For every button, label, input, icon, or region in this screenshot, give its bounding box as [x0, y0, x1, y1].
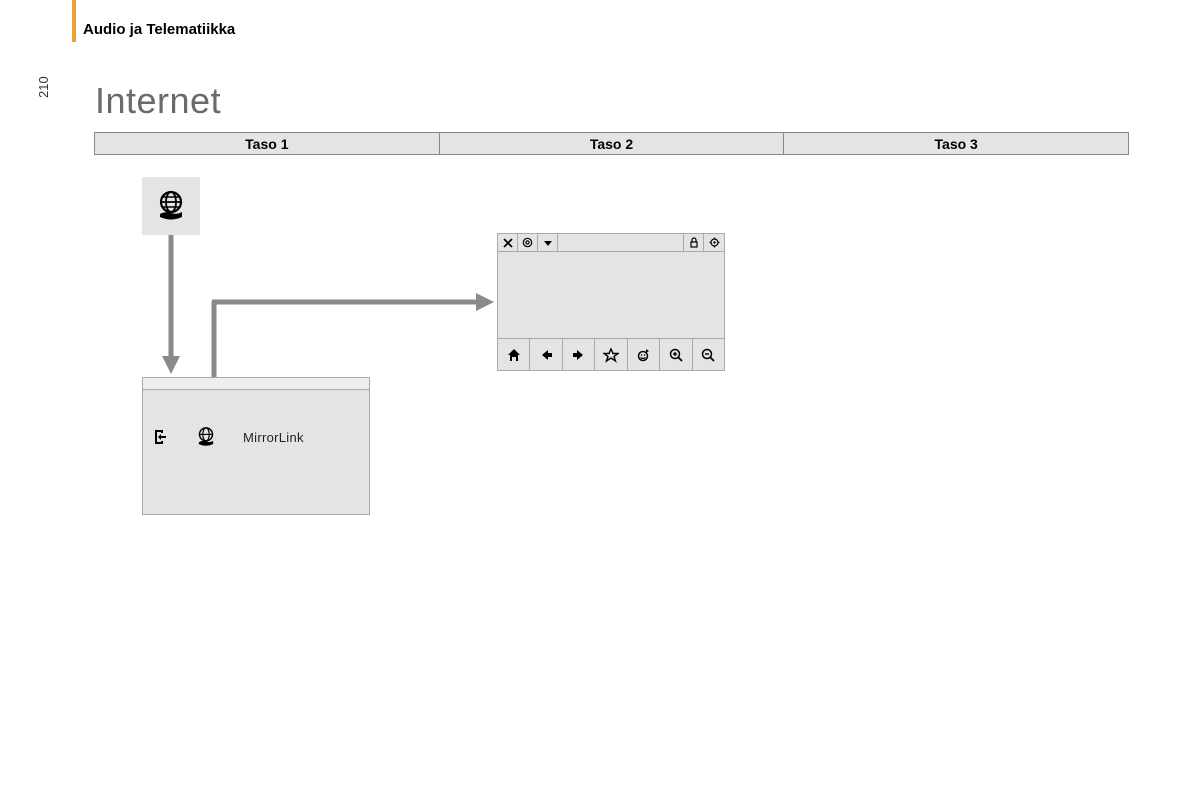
page-title: Internet: [95, 80, 221, 122]
globe-hand-icon: [151, 186, 191, 226]
at-icon[interactable]: [518, 234, 538, 251]
accent-bar: [72, 0, 76, 42]
exit-icon: [151, 428, 169, 446]
connectivity-menu-panel: MirrorLink: [142, 377, 370, 515]
lock-icon[interactable]: [684, 234, 704, 251]
back-icon[interactable]: [530, 339, 562, 370]
address-bar[interactable]: [558, 234, 684, 251]
page-number: 210: [36, 76, 51, 98]
browser-topbar: [498, 234, 724, 252]
browser-bottombar: [498, 338, 724, 370]
close-icon[interactable]: [498, 234, 518, 251]
browser-panel: [497, 233, 725, 371]
forward-icon[interactable]: [563, 339, 595, 370]
mirrorlink-label: MirrorLink: [243, 430, 304, 445]
zoom-in-icon[interactable]: [660, 339, 692, 370]
star-icon[interactable]: [595, 339, 627, 370]
level-3: Taso 3: [784, 132, 1129, 155]
globe-icon: [193, 424, 219, 450]
internet-root-icon-box: [142, 177, 200, 235]
dropdown-icon[interactable]: [538, 234, 558, 251]
zoom-out-icon[interactable]: [693, 339, 724, 370]
menu-panel-topbar: [143, 378, 369, 390]
settings-icon[interactable]: [704, 234, 724, 251]
level-header-row: Taso 1 Taso 2 Taso 3: [94, 132, 1129, 155]
level-1: Taso 1: [94, 132, 440, 155]
section-header: Audio ja Telematiikka: [83, 21, 235, 38]
home-icon[interactable]: [498, 339, 530, 370]
refresh-icon[interactable]: [628, 339, 660, 370]
level-2: Taso 2: [440, 132, 785, 155]
